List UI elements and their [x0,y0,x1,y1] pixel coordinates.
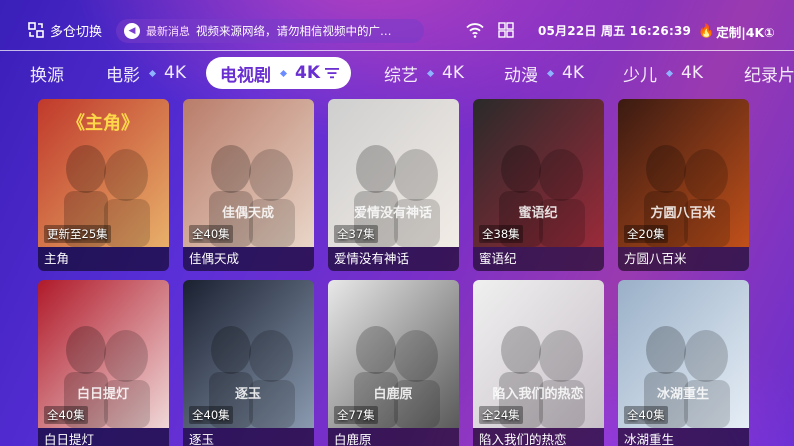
tab-label: 动漫 [504,65,538,86]
poster-title-art: 冰湖重生 [657,386,709,402]
series-card[interactable]: 白日提灯 全40集 白日提灯 [38,280,169,446]
megaphone-icon: ◀ [124,23,140,39]
warehouse-switch-button[interactable]: 多仓切换 [28,20,102,40]
tab-badge: 4K [562,63,584,83]
tab-label: 电影 [106,65,140,86]
header-divider [0,50,794,51]
series-card[interactable]: 陷入我们的热恋 全24集 陷入我们的热恋 [473,280,604,446]
custom-button[interactable]: 🔥 定制|4K① [698,22,775,41]
episode-count: 全40集 [44,406,88,424]
tab-documentary[interactable]: 纪录片 [744,57,794,89]
tab-label: 少儿 [623,65,657,86]
episode-count: 全38集 [479,225,523,243]
warehouse-switch-label: 多仓切换 [50,24,103,40]
wifi-icon [466,23,484,38]
episode-count: 更新至25集 [44,225,111,243]
episode-count: 全20集 [624,225,668,243]
fire-icon: 🔥 [698,24,715,39]
tab-tv-series[interactable]: 电视剧 4K [206,57,352,89]
tab-badge: 4K [295,63,321,83]
series-title: 白日提灯 [38,428,169,446]
diamond-icon [426,69,435,77]
poster-title-art: 逐玉 [235,387,261,402]
tab-label: 综艺 [384,65,418,86]
series-title: 白鹿原 [328,428,459,446]
tab-movie[interactable]: 电影 4K [106,57,186,89]
tab-label: 电视剧 [220,65,271,86]
tab-badge: 4K [442,63,464,83]
series-title: 方圆八百米 [618,247,749,271]
series-title: 逐玉 [183,428,314,446]
custom-label: 定制|4K① [716,25,775,40]
poster-title-art: 佳偶天成 [222,205,274,221]
apps-grid-icon[interactable] [498,22,514,38]
poster-title-art: 白鹿原 [373,386,412,402]
series-card[interactable]: 《主角》更新至25集主角 [38,99,169,271]
series-card[interactable]: 蜜语纪 全38集 蜜语纪 [473,99,604,271]
series-card[interactable]: 佳偶天成 全40集 佳偶天成 [183,99,314,271]
episode-count: 全77集 [334,406,378,424]
series-title: 主角 [38,247,169,271]
diamond-icon [546,69,555,77]
series-title: 蜜语纪 [473,247,604,271]
poster-title-art: 陷入我们的热恋 [492,386,583,402]
series-card[interactable]: 爱情没有神话 全37集 爱情没有神话 [328,99,459,271]
series-card[interactable]: 逐玉 全40集 逐玉 [183,280,314,446]
episode-count: 全24集 [479,406,523,424]
category-tabs: 换源 电影 4K 电视剧 4K 综艺 4K 动漫 4K 少儿 4K 纪录片 [0,55,794,91]
tab-anime[interactable]: 动漫 4K [504,57,584,89]
diamond-icon [148,69,157,77]
news-tag: 最新消息 [146,25,190,38]
poster-title-art: 方圆八百米 [650,205,716,221]
diamond-icon [665,69,674,77]
tab-kids[interactable]: 少儿 4K [623,57,703,89]
news-ticker[interactable]: ◀ 最新消息 视频来源网络，请勿相信视频中的广… [116,19,424,43]
episode-count: 全40集 [189,225,233,243]
poster-title-art: 《主角》 [67,112,139,134]
episode-count: 全40集 [624,406,668,424]
top-bar: 多仓切换 ◀ 最新消息 视频来源网络，请勿相信视频中的广… 05月22日 周五 … [0,0,794,50]
poster-title-art: 爱情没有神话 [354,205,432,221]
tab-variety[interactable]: 综艺 4K [384,57,464,89]
episode-count: 全37集 [334,225,378,243]
tab-badge: 4K [681,63,703,83]
diamond-icon [279,69,288,77]
series-title: 爱情没有神话 [328,247,459,271]
series-title: 佳偶天成 [183,247,314,271]
tab-label: 纪录片 [744,65,794,86]
poster-title-art: 蜜语纪 [518,205,557,221]
news-text: 视频来源网络，请勿相信视频中的广… [196,24,392,38]
series-card[interactable]: 方圆八百米 全20集 方圆八百米 [618,99,749,271]
series-card[interactable]: 白鹿原 全77集 白鹿原 [328,280,459,446]
datetime: 05月22日 周五 16:26:39 [538,24,692,38]
tab-badge: 4K [164,63,186,83]
tab-label: 换源 [30,65,64,86]
poster-title-art: 白日提灯 [77,386,129,402]
tab-switch-source[interactable]: 换源 [30,57,64,89]
series-title: 陷入我们的热恋 [473,428,604,446]
filter-icon[interactable] [325,67,340,79]
switch-icon [28,22,44,38]
series-card[interactable]: 冰湖重生 全40集 冰湖重生 [618,280,749,446]
episode-count: 全40集 [189,406,233,424]
series-title: 冰湖重生 [618,428,749,446]
